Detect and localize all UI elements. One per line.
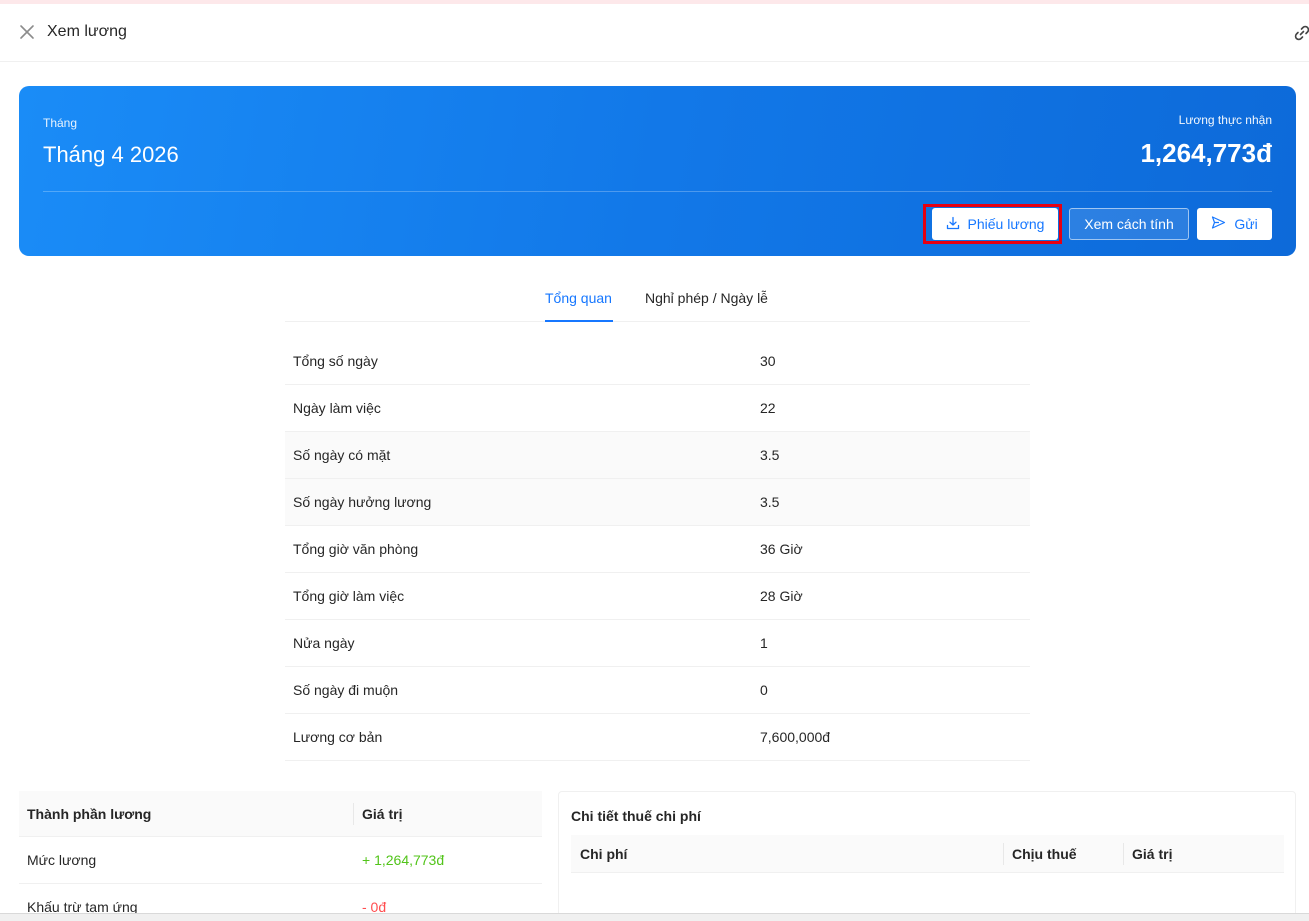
table-row: Tổng giờ làm việc 28 Giờ [285, 573, 1030, 620]
download-icon [946, 216, 960, 233]
send-button-label: Gửi [1234, 216, 1258, 232]
salary-components-table: Thành phần lương Giá trị Mức lương + 1,2… [19, 791, 542, 921]
stat-value: 7,600,000đ [760, 729, 831, 745]
close-icon[interactable] [16, 21, 38, 43]
send-icon [1211, 215, 1226, 233]
view-calculation-label: Xem cách tính [1084, 216, 1174, 232]
column-header-taxable: Chịu thuế [1012, 846, 1077, 862]
table-row: Số ngày đi muộn 0 [285, 667, 1030, 714]
column-header-component: Thành phần lương [27, 806, 152, 822]
column-divider [1003, 843, 1004, 865]
stat-label: Số ngày hưởng lương [293, 494, 432, 510]
table-row: Ngày làm việc 22 [285, 385, 1030, 432]
table-row: Tổng giờ văn phòng 36 Giờ [285, 526, 1030, 573]
stat-label: Lương cơ bản [293, 729, 383, 745]
stat-label: Số ngày có mặt [293, 447, 391, 463]
column-header-cost: Chi phí [580, 846, 628, 862]
banner-divider [43, 191, 1272, 192]
tax-card-title: Chi tiết thuế chi phí [571, 808, 701, 824]
horizontal-scrollbar[interactable] [0, 913, 1309, 921]
stat-value: 30 [760, 353, 776, 369]
link-icon[interactable] [1292, 23, 1309, 43]
net-salary-value: 1,264,773đ [1140, 138, 1272, 168]
stat-value: 22 [760, 400, 776, 416]
page-header: Xem lương [0, 4, 1309, 62]
payslip-button-label: Phiếu lương [967, 216, 1045, 232]
stat-value: 28 Giờ [760, 588, 803, 604]
stat-label: Tổng giờ làm việc [293, 588, 405, 604]
stat-value: 3.5 [760, 447, 780, 463]
tab-active-indicator [545, 320, 613, 322]
column-header-value: Giá trị [362, 806, 403, 822]
table-row: Mức lương + 1,264,773đ [19, 837, 542, 884]
table-row: Nửa ngày 1 [285, 620, 1030, 667]
tab-leave-holidays[interactable]: Nghỉ phép / Ngày lễ [645, 290, 768, 306]
stat-label: Số ngày đi muộn [293, 682, 399, 698]
send-button[interactable]: Gửi [1197, 208, 1272, 240]
table-row: Số ngày có mặt 3.5 [285, 432, 1030, 479]
tab-overview[interactable]: Tổng quan [545, 290, 612, 306]
view-calculation-button[interactable]: Xem cách tính [1069, 208, 1189, 240]
salary-summary-banner: Tháng Tháng 4 2026 Lương thực nhận 1,264… [19, 86, 1296, 256]
tab-bar: Tổng quan Nghỉ phép / Ngày lễ [285, 276, 1030, 322]
month-label: Tháng [43, 116, 78, 130]
payslip-button[interactable]: Phiếu lương [932, 208, 1058, 240]
stat-label: Ngày làm việc [293, 400, 381, 416]
stat-value: 0 [760, 682, 768, 698]
table-row: Tổng số ngày 30 [285, 338, 1030, 385]
column-divider [353, 803, 354, 825]
stat-value: 36 Giờ [760, 541, 803, 557]
component-name: Mức lương [27, 852, 97, 868]
component-value: + 1,264,773đ [362, 852, 445, 868]
stat-label: Tổng số ngày [293, 353, 378, 369]
month-value: Tháng 4 2026 [43, 142, 179, 167]
table-row: Số ngày hưởng lương 3.5 [285, 479, 1030, 526]
net-salary-label: Lương thực nhận [1178, 113, 1272, 127]
table-header: Thành phần lương Giá trị [19, 791, 542, 837]
stat-label: Tổng giờ văn phòng [293, 541, 419, 557]
table-row: Lương cơ bản 7,600,000đ [285, 714, 1030, 761]
page-title: Xem lương [47, 23, 127, 40]
stat-label: Nửa ngày [293, 635, 355, 651]
column-divider [1123, 843, 1124, 865]
stat-value: 1 [760, 635, 768, 651]
stat-value: 3.5 [760, 494, 780, 510]
tax-table-header: Chi phí Chịu thuế Giá trị [571, 835, 1284, 873]
column-header-value: Giá trị [1132, 846, 1173, 862]
overview-stats-table: Tổng số ngày 30 Ngày làm việc 22 Số ngày… [285, 338, 1030, 761]
tax-cost-details-card: Chi tiết thuế chi phí Chi phí Chịu thuế … [558, 791, 1296, 921]
